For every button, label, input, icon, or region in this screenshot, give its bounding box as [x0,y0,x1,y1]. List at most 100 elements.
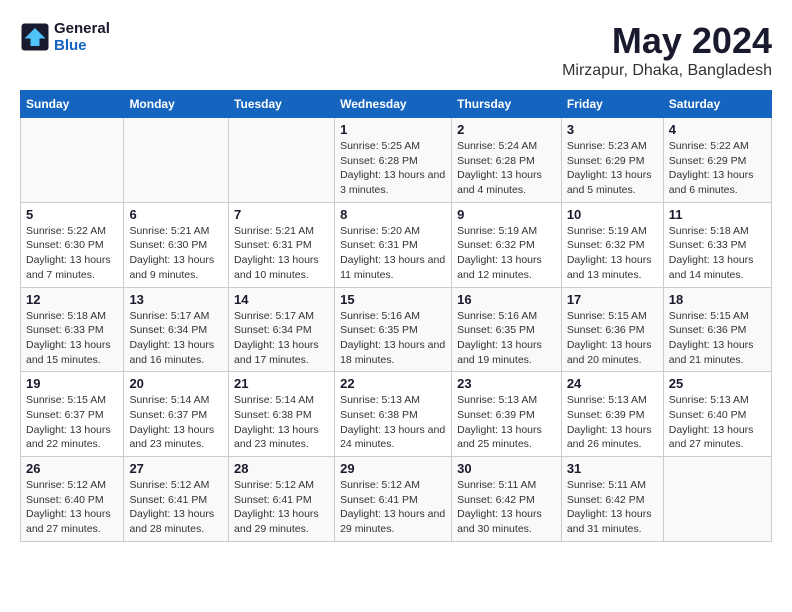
calendar-cell: 26Sunrise: 5:12 AM Sunset: 6:40 PM Dayli… [21,457,124,542]
day-number: 7 [234,207,329,222]
calendar-cell: 5Sunrise: 5:22 AM Sunset: 6:30 PM Daylig… [21,202,124,287]
logo-icon [20,22,50,52]
day-header-friday: Friday [561,91,663,118]
day-number: 18 [669,292,766,307]
calendar-cell: 1Sunrise: 5:25 AM Sunset: 6:28 PM Daylig… [335,118,452,203]
calendar-table: SundayMondayTuesdayWednesdayThursdayFrid… [20,90,772,542]
day-number: 16 [457,292,556,307]
header: General Blue May 2024 Mirzapur, Dhaka, B… [20,20,772,80]
day-info: Sunrise: 5:16 AM Sunset: 6:35 PM Dayligh… [457,309,556,368]
day-info: Sunrise: 5:15 AM Sunset: 6:36 PM Dayligh… [669,309,766,368]
calendar-cell: 25 Sunrise: 5:13 AM Sunset: 6:40 PM Dayli… [663,372,771,457]
calendar-cell: 16 Sunrise: 5:16 AM Sunset: 6:35 PM Dayli… [452,287,562,372]
day-number: 21 [234,376,329,391]
day-number: 29 [340,461,446,476]
day-info: Sunrise: 5:15 AM Sunset: 6:36 PM Dayligh… [567,309,658,368]
calendar-cell: 18 Sunrise: 5:15 AM Sunset: 6:36 PM Dayli… [663,287,771,372]
day-info: Sunrise: 5:21 AM Sunset: 6:30 PM Dayligh… [129,224,223,283]
day-number: 9 [457,207,556,222]
day-number: 11 [669,207,766,222]
day-info: Sunrise: 5:12 AM Sunset: 6:41 PM Dayligh… [234,478,329,537]
day-number: 24 [567,376,658,391]
calendar-cell [229,118,335,203]
day-header-monday: Monday [124,91,229,118]
day-number: 15 [340,292,446,307]
logo: General Blue [20,20,110,54]
day-number: 4 [669,122,766,137]
calendar-cell: 20 Sunrise: 5:14 AM Sunset: 6:37 PM Dayli… [124,372,229,457]
day-number: 17 [567,292,658,307]
day-info: Sunrise: 5:22 AM Sunset: 6:30 PM Dayligh… [26,224,118,283]
day-info: Sunrise: 5:11 AM Sunset: 6:42 PM Dayligh… [457,478,556,537]
day-info: Sunrise: 5:12 AM Sunset: 6:41 PM Dayligh… [129,478,223,537]
day-info: Sunrise: 5:22 AM Sunset: 6:29 PM Dayligh… [669,139,766,198]
calendar-week-5: 26Sunrise: 5:12 AM Sunset: 6:40 PM Dayli… [21,457,772,542]
day-number: 19 [26,376,118,391]
day-number: 23 [457,376,556,391]
calendar-cell [124,118,229,203]
day-info: Sunrise: 5:11 AM Sunset: 6:42 PM Dayligh… [567,478,658,537]
calendar-cell: 19 Sunrise: 5:15 AM Sunset: 6:37 PM Dayli… [21,372,124,457]
day-number: 27 [129,461,223,476]
day-info: Sunrise: 5:19 AM Sunset: 6:32 PM Dayligh… [457,224,556,283]
calendar-cell: 11Sunrise: 5:18 AM Sunset: 6:33 PM Dayli… [663,202,771,287]
logo-text: General Blue [54,20,110,54]
day-info: Sunrise: 5:12 AM Sunset: 6:41 PM Dayligh… [340,478,446,537]
calendar-cell: 2 Sunrise: 5:24 AM Sunset: 6:28 PM Daylig… [452,118,562,203]
calendar-week-3: 12 Sunrise: 5:18 AM Sunset: 6:33 PM Dayli… [21,287,772,372]
calendar-header-row: SundayMondayTuesdayWednesdayThursdayFrid… [21,91,772,118]
day-info: Sunrise: 5:21 AM Sunset: 6:31 PM Dayligh… [234,224,329,283]
calendar-cell: 6 Sunrise: 5:21 AM Sunset: 6:30 PM Daylig… [124,202,229,287]
day-info: Sunrise: 5:16 AM Sunset: 6:35 PM Dayligh… [340,309,446,368]
day-info: Sunrise: 5:15 AM Sunset: 6:37 PM Dayligh… [26,393,118,452]
calendar-cell: 13 Sunrise: 5:17 AM Sunset: 6:34 PM Dayli… [124,287,229,372]
day-number: 8 [340,207,446,222]
calendar-week-1: 1Sunrise: 5:25 AM Sunset: 6:28 PM Daylig… [21,118,772,203]
day-number: 13 [129,292,223,307]
day-info: Sunrise: 5:13 AM Sunset: 6:39 PM Dayligh… [567,393,658,452]
calendar-cell: 28 Sunrise: 5:12 AM Sunset: 6:41 PM Dayli… [229,457,335,542]
calendar-cell [21,118,124,203]
day-number: 6 [129,207,223,222]
calendar-cell: 3Sunrise: 5:23 AM Sunset: 6:29 PM Daylig… [561,118,663,203]
calendar-cell: 12 Sunrise: 5:18 AM Sunset: 6:33 PM Dayli… [21,287,124,372]
calendar-cell: 14 Sunrise: 5:17 AM Sunset: 6:34 PM Dayli… [229,287,335,372]
main-title: May 2024 [562,20,772,62]
day-header-saturday: Saturday [663,91,771,118]
calendar-cell: 24 Sunrise: 5:13 AM Sunset: 6:39 PM Dayli… [561,372,663,457]
day-info: Sunrise: 5:24 AM Sunset: 6:28 PM Dayligh… [457,139,556,198]
subtitle: Mirzapur, Dhaka, Bangladesh [562,62,772,80]
day-info: Sunrise: 5:14 AM Sunset: 6:37 PM Dayligh… [129,393,223,452]
day-info: Sunrise: 5:17 AM Sunset: 6:34 PM Dayligh… [129,309,223,368]
day-info: Sunrise: 5:25 AM Sunset: 6:28 PM Dayligh… [340,139,446,198]
day-number: 22 [340,376,446,391]
calendar-cell: 7 Sunrise: 5:21 AM Sunset: 6:31 PM Daylig… [229,202,335,287]
day-info: Sunrise: 5:17 AM Sunset: 6:34 PM Dayligh… [234,309,329,368]
calendar-body: 1Sunrise: 5:25 AM Sunset: 6:28 PM Daylig… [21,118,772,542]
day-header-sunday: Sunday [21,91,124,118]
day-number: 12 [26,292,118,307]
day-number: 31 [567,461,658,476]
day-header-wednesday: Wednesday [335,91,452,118]
day-header-tuesday: Tuesday [229,91,335,118]
calendar-cell: 10Sunrise: 5:19 AM Sunset: 6:32 PM Dayli… [561,202,663,287]
day-info: Sunrise: 5:13 AM Sunset: 6:40 PM Dayligh… [669,393,766,452]
day-number: 20 [129,376,223,391]
calendar-week-2: 5Sunrise: 5:22 AM Sunset: 6:30 PM Daylig… [21,202,772,287]
day-number: 25 [669,376,766,391]
day-info: Sunrise: 5:13 AM Sunset: 6:39 PM Dayligh… [457,393,556,452]
calendar-cell: 21Sunrise: 5:14 AM Sunset: 6:38 PM Dayli… [229,372,335,457]
calendar-cell: 27 Sunrise: 5:12 AM Sunset: 6:41 PM Dayli… [124,457,229,542]
day-number: 30 [457,461,556,476]
day-number: 2 [457,122,556,137]
day-number: 10 [567,207,658,222]
day-info: Sunrise: 5:18 AM Sunset: 6:33 PM Dayligh… [26,309,118,368]
day-number: 14 [234,292,329,307]
day-header-thursday: Thursday [452,91,562,118]
calendar-week-4: 19 Sunrise: 5:15 AM Sunset: 6:37 PM Dayli… [21,372,772,457]
day-info: Sunrise: 5:12 AM Sunset: 6:40 PM Dayligh… [26,478,118,537]
day-info: Sunrise: 5:20 AM Sunset: 6:31 PM Dayligh… [340,224,446,283]
calendar-cell: 9 Sunrise: 5:19 AM Sunset: 6:32 PM Daylig… [452,202,562,287]
calendar-cell: 8 Sunrise: 5:20 AM Sunset: 6:31 PM Daylig… [335,202,452,287]
day-number: 28 [234,461,329,476]
